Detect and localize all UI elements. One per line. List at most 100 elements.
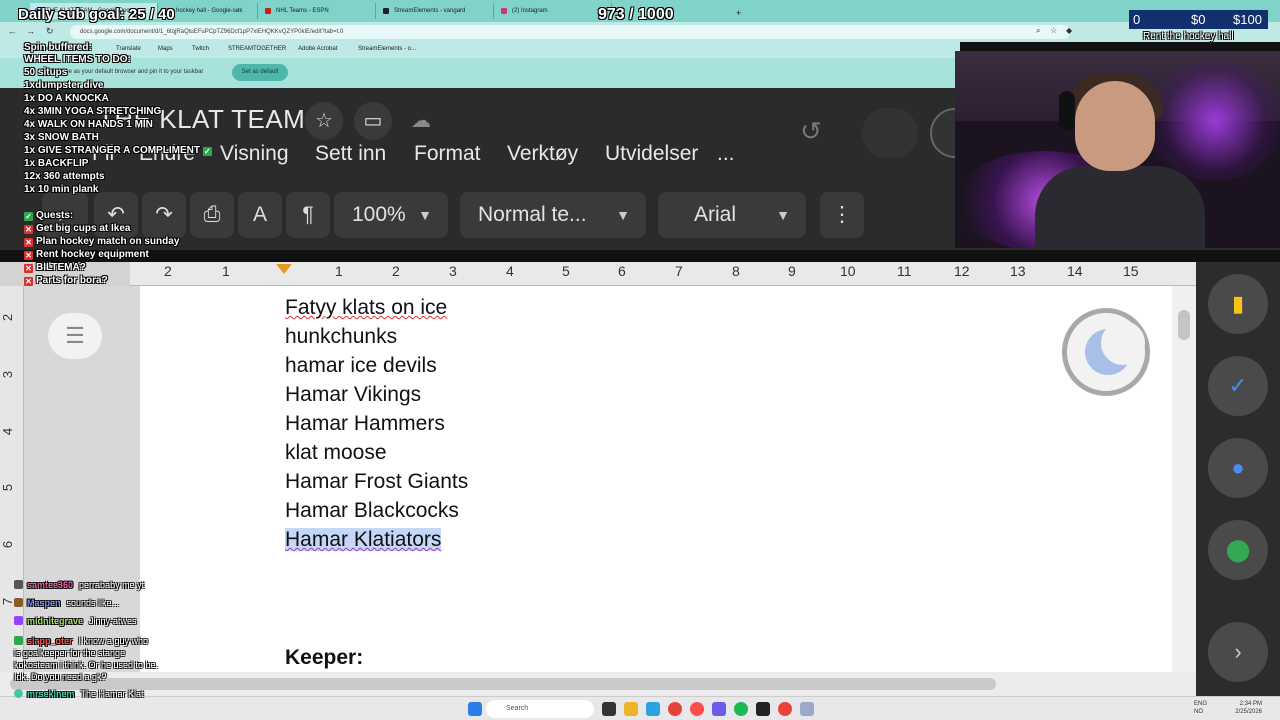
url-input[interactable]: docs.google.com/document/d/1_6tqjRaQtuEF… [70, 25, 1070, 39]
chat-text: sounds like... [66, 598, 120, 608]
chevron-down-icon: ▼ [616, 207, 630, 223]
print-icon[interactable]: ⎙ [190, 192, 234, 238]
scroll-thumb[interactable] [10, 678, 996, 690]
tab-instagram[interactable]: (2) Instagram [496, 3, 612, 19]
quest-item: ✕ Rent hockey equipment [24, 249, 149, 260]
menu-format[interactable]: Format [414, 142, 481, 166]
file-explorer-icon[interactable] [624, 702, 638, 716]
redo-icon[interactable]: ↷ [142, 192, 186, 238]
ruler-number: 9 [788, 263, 796, 279]
opera-icon[interactable] [690, 702, 704, 716]
menu-more[interactable]: ... [717, 142, 735, 166]
bookmark-twitch[interactable]: Twitch [192, 46, 209, 52]
move-folder-icon[interactable]: ▭ [354, 102, 392, 140]
doc-line[interactable]: klat moose [285, 441, 387, 465]
ruler-number: 3 [449, 263, 457, 279]
more-options-icon[interactable]: ⋮ [820, 192, 864, 238]
maps-icon[interactable]: ⬤ [1208, 520, 1268, 580]
webcam-feed [955, 51, 1280, 248]
start-icon[interactable] [468, 702, 482, 716]
scroll-thumb[interactable] [1178, 310, 1190, 340]
chat-message: slapp_oter I know a guy who [14, 636, 148, 646]
document-page[interactable]: Fatyy klats on ice hunkchunks hamar ice … [140, 286, 1172, 672]
tab-streamelements[interactable]: StreamElements - vangard [378, 3, 494, 19]
font-select[interactable]: Arial ▼ [658, 192, 806, 238]
quests-title-text: Quests: [36, 210, 74, 221]
keep-icon[interactable]: ▮ [1208, 274, 1268, 334]
badge-icon [14, 616, 23, 625]
chat-message: midnitegrave Jinny-atwes [14, 616, 137, 626]
bookmark-translate[interactable]: Translate [116, 46, 141, 52]
vruler-number: 2 [0, 313, 16, 322]
set-default-button[interactable]: Set as default [232, 64, 288, 81]
tasks-icon[interactable]: ✓ [1208, 356, 1268, 416]
paint-format-icon[interactable]: ¶ [286, 192, 330, 238]
bookmark-adobe[interactable]: Adobe Acrobat [298, 46, 337, 52]
reload-icon[interactable]: ↻ [46, 26, 54, 37]
chrome-icon[interactable] [778, 702, 792, 716]
donation-goal-bar: 0 $0 $100 [1129, 10, 1268, 29]
dark-mode-moon-icon[interactable] [1062, 308, 1150, 396]
tab-nhl-teams[interactable]: NHL Teams - ESPN [260, 3, 376, 19]
indent-marker[interactable] [276, 264, 292, 274]
menu-tools[interactable]: Verktøy [507, 142, 578, 166]
bookmark-streamelements[interactable]: StreamElements - o... [358, 46, 416, 52]
zoom-select[interactable]: 100% ▼ [334, 192, 448, 238]
spotify-icon[interactable] [734, 702, 748, 716]
ruler-number: 8 [732, 263, 740, 279]
doc-line-selected[interactable]: Hamar Klatiators [285, 528, 442, 552]
language-indicator[interactable]: ENG NO [1194, 700, 1207, 716]
doc-line[interactable]: Hamar Blackcocks [285, 499, 459, 523]
comments-button[interactable] [862, 108, 918, 158]
vruler-number: 5 [0, 483, 16, 492]
menu-insert[interactable]: Sett inn [315, 142, 386, 166]
back-icon[interactable]: ← [8, 26, 17, 36]
bookmark-star-icon[interactable]: ☆ [1050, 26, 1057, 35]
doc-line[interactable]: Hamar Frost Giants [285, 470, 468, 494]
discord-icon[interactable] [712, 702, 726, 716]
bookmark-maps[interactable]: Maps [158, 46, 173, 52]
donation-goal-label: Rent the hockey hall [1143, 31, 1234, 42]
horizontal-scrollbar[interactable] [0, 672, 1196, 696]
doc-line[interactable]: Hamar Hammers [285, 412, 445, 436]
keeper-heading[interactable]: Keeper: [285, 646, 363, 670]
forward-icon[interactable]: → [26, 26, 35, 36]
star-icon[interactable]: ☆ [305, 102, 343, 140]
contacts-icon[interactable]: ● [1208, 438, 1268, 498]
spellcheck-icon[interactable]: A [238, 192, 282, 238]
cloud-saved-icon: ☁ [411, 110, 431, 132]
horizontal-ruler[interactable]: 2 1 1 2 3 4 5 6 7 8 9 10 11 12 13 14 15 [130, 262, 1196, 286]
app-icon[interactable] [800, 702, 814, 716]
doc-line-text: Fatyy klats on ice [285, 296, 448, 319]
extensions-icon[interactable]: ◆ [1066, 26, 1072, 35]
quest-text: Plan hockey match on sunday [36, 236, 180, 247]
new-tab-button[interactable]: + [732, 3, 746, 19]
ruler-number: 13 [1010, 263, 1026, 279]
version-history-icon[interactable]: ↺ [792, 112, 830, 150]
doc-line[interactable]: Fatyy klats on ice [285, 296, 447, 320]
quest-text: Rent hockey equipment [36, 249, 149, 260]
bookmark-streamtogether[interactable]: STREAMTOGETHER [228, 46, 286, 52]
chat-username: Maspen [27, 598, 61, 608]
chrome-icon[interactable] [668, 702, 682, 716]
ruler-number: 2 [392, 263, 400, 279]
zoom-icon[interactable]: ⌕ [1036, 26, 1040, 36]
doc-line[interactable]: hunkchunks [285, 325, 397, 349]
style-select[interactable]: Normal te... ▼ [460, 192, 646, 238]
menu-view[interactable]: Visning [220, 142, 289, 166]
vertical-scrollbar[interactable] [1172, 286, 1196, 672]
taskbar-search[interactable]: Search [486, 700, 594, 718]
doc-line[interactable]: hamar ice devils [285, 354, 437, 378]
menu-extensions[interactable]: Utvidelser [605, 142, 698, 166]
doc-line[interactable]: Hamar Vikings [285, 383, 421, 407]
document-outline-icon[interactable]: ☰ [48, 313, 102, 359]
address-bar-row: ← → ↻ docs.google.com/document/d/1_6tqjR… [0, 22, 1280, 42]
tab-label: hockey hall - Google-søk [176, 8, 243, 14]
chat-text: The Hamar Klat [80, 689, 144, 699]
taskbar-clock[interactable]: 2:34 PM 2/25/2026 [1235, 700, 1262, 716]
obs-icon[interactable] [756, 702, 770, 716]
expand-panel-icon[interactable]: › [1208, 622, 1268, 682]
edge-icon[interactable] [646, 702, 660, 716]
vertical-ruler: 2 3 4 5 6 7 [0, 286, 24, 672]
task-view-icon[interactable] [602, 702, 616, 716]
